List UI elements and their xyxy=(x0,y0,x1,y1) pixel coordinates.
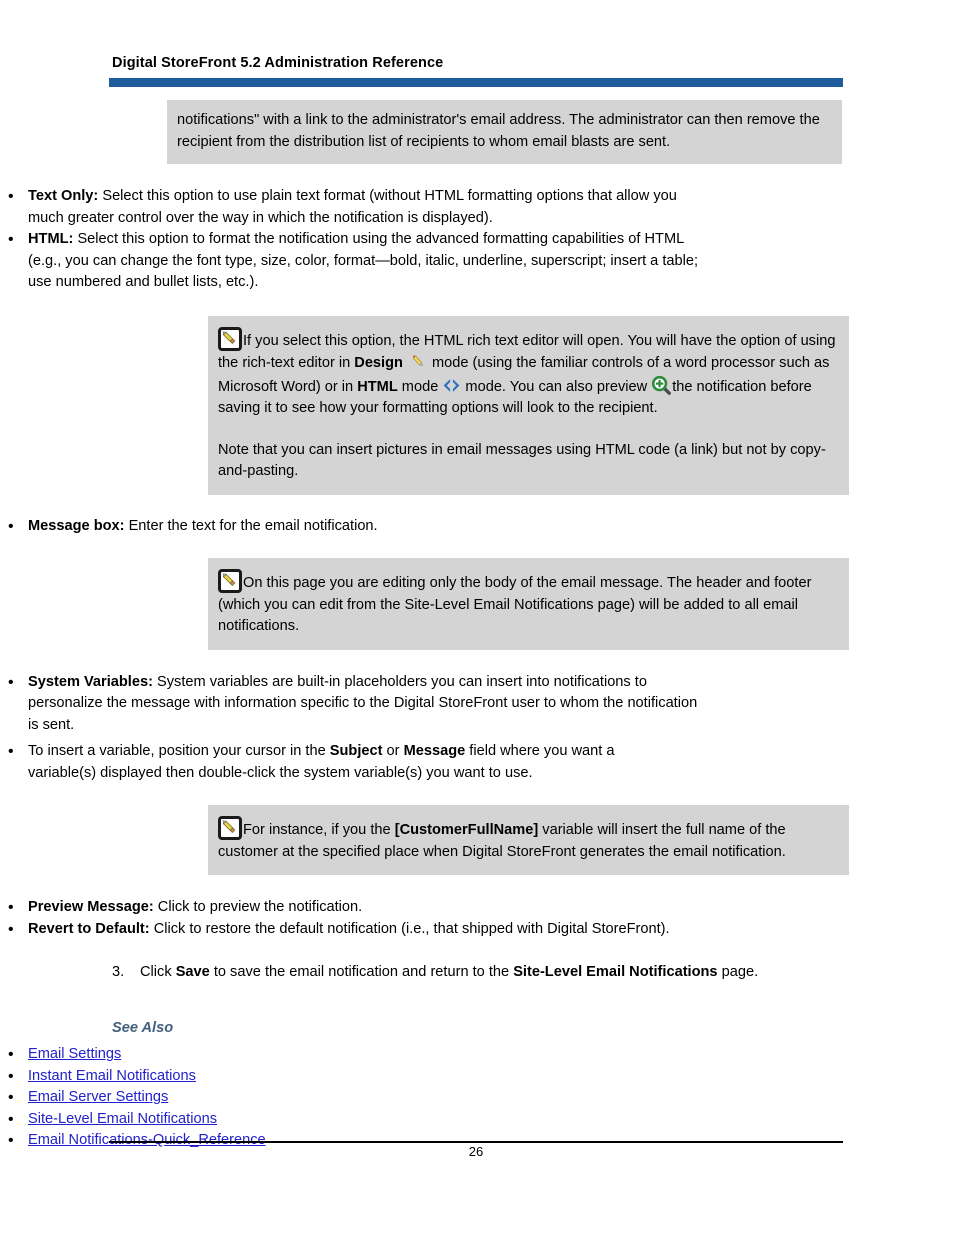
link-site-level-email-notifications[interactable]: Site-Level Email Notifications xyxy=(28,1111,217,1127)
link-email-settings[interactable]: Email Settings xyxy=(28,1046,121,1062)
term-message-box: Message box: xyxy=(28,517,125,534)
note-box-customer-variable: For instance, if you the [CustomerFullNa… xyxy=(208,805,849,875)
bullet-glyph: • xyxy=(8,743,14,760)
term-revert-to-default: Revert to Default: xyxy=(28,920,150,937)
bullet-glyph: • xyxy=(8,1132,14,1149)
term-preview-message: Preview Message: xyxy=(28,899,154,915)
step-part-3: page. xyxy=(717,964,759,980)
link-email-server-settings[interactable]: Email Server Settings xyxy=(28,1089,168,1105)
site-level-notifications-reference: Site-Level Email Notifications xyxy=(513,964,718,980)
bullet-glyph: • xyxy=(8,188,14,205)
bullet-glyph: • xyxy=(8,517,14,535)
system-variables-sublist: • To insert a variable, position your cu… xyxy=(0,741,668,784)
bullet-glyph: • xyxy=(8,1067,14,1085)
note-pencil-icon xyxy=(218,569,242,593)
note-message-body-paragraph: On this page you are editing only the bo… xyxy=(218,569,837,638)
page-number: 26 xyxy=(468,1144,484,1159)
bullet-glyph: • xyxy=(8,1046,14,1063)
list-item-text-only: • Text Only: Select this option to use p… xyxy=(0,186,700,229)
list-item-preview-message: • Preview Message: Click to preview the … xyxy=(0,897,700,919)
message-box-list: • Message box: Enter the text for the em… xyxy=(0,516,700,538)
action-options-list: • Preview Message: Click to preview the … xyxy=(0,897,700,940)
intro-note-text: notifications" with a link to the admini… xyxy=(177,112,820,150)
step-part-2: to save the email notification and retur… xyxy=(209,964,514,980)
link-instant-email-notifications[interactable]: Instant Email Notifications xyxy=(28,1068,196,1084)
document-page: Digital StoreFront 5.2 Administration Re… xyxy=(0,0,954,1235)
note-pencil-icon xyxy=(218,326,242,351)
step-number: 3. xyxy=(112,964,125,980)
list-item-link-email-settings: • Email Settings xyxy=(0,1044,700,1066)
format-options-list: • Text Only: Select this option to use p… xyxy=(0,186,700,294)
desc-revert-to-default: Click to restore the default notificatio… xyxy=(149,920,670,937)
step-part-1: Click xyxy=(140,964,176,980)
list-item-system-variables: • System Variables: System variables are… xyxy=(0,672,700,737)
design-pencil-icon xyxy=(409,352,428,371)
numbered-step-3: 3. Click Save to save the email notifica… xyxy=(112,962,870,984)
note-html-editor-paragraph-1: If you select this option, the HTML rich… xyxy=(218,326,837,420)
see-also-list: • Email Settings • Instant Email Notific… xyxy=(0,1044,700,1152)
list-item-link-instant-email-notifications: • Instant Email Notifications xyxy=(0,1066,700,1088)
system-variables-list: • System Variables: System variables are… xyxy=(0,672,700,737)
see-also-heading: See Also xyxy=(112,1019,174,1036)
note-pencil-icon xyxy=(218,816,242,840)
message-field-label: Message xyxy=(403,743,466,759)
note-box-html-editor: If you select this option, the HTML rich… xyxy=(208,315,849,495)
term-text-only: Text Only: xyxy=(28,188,99,204)
note-message-body-text: On this page you are editing only the bo… xyxy=(218,569,837,638)
list-item-html: • HTML: Select this option to format the… xyxy=(0,229,700,294)
html-mode-label: HTML xyxy=(357,378,398,395)
note-html-editor-part-3: mode xyxy=(397,378,443,395)
note-box-message-body: On this page you are editing only the bo… xyxy=(208,558,849,650)
bullet-glyph: • xyxy=(8,1110,14,1128)
list-item-revert-to-default: • Revert to Default: Click to restore th… xyxy=(0,919,700,941)
desc-html: Select this option to format the notific… xyxy=(28,231,699,290)
note-customer-variable-paragraph: For instance, if you the [CustomerFullNa… xyxy=(218,816,837,863)
note-customer-variable-part-1: For instance, if you the xyxy=(243,822,395,838)
list-item-link-email-server-settings: • Email Server Settings xyxy=(0,1087,700,1109)
code-brackets-icon xyxy=(442,376,461,395)
note-html-editor-text: If you select this option, the HTML rich… xyxy=(218,326,837,483)
note-html-editor-paragraph-2: Note that you can insert pictures in ema… xyxy=(218,441,826,480)
note-message-body-content: On this page you are editing only the bo… xyxy=(218,575,812,634)
bullet-glyph: • xyxy=(8,673,14,691)
list-item-link-site-level-email-notifications: • Site-Level Email Notifications xyxy=(0,1109,700,1131)
note-customer-variable-text: For instance, if you the [CustomerFullNa… xyxy=(218,816,837,863)
term-html: HTML: xyxy=(28,231,74,247)
footer-rule xyxy=(109,1141,843,1143)
header-accent-bar xyxy=(109,78,843,87)
bullet-glyph: • xyxy=(8,231,14,248)
desc-preview-message: Click to preview the notification. xyxy=(153,899,363,915)
bullet-glyph: • xyxy=(8,1089,14,1106)
page-content: notifications" with a link to the admini… xyxy=(0,100,954,1152)
subject-field-label: Subject xyxy=(329,743,383,759)
save-button-reference: Save xyxy=(175,964,210,980)
list-item-insert-variable: • To insert a variable, position your cu… xyxy=(0,741,668,784)
customer-fullname-variable: [CustomerFullName] xyxy=(394,822,539,838)
note-html-editor-part-4: mode. You can also preview xyxy=(461,378,652,395)
document-header-title: Digital StoreFront 5.2 Administration Re… xyxy=(112,55,444,71)
desc-text-only: Select this option to use plain text for… xyxy=(28,188,677,226)
list-item-message-box: • Message box: Enter the text for the em… xyxy=(0,516,700,538)
bullet-glyph: • xyxy=(8,899,14,916)
insert-variable-part-1: To insert a variable, position your curs… xyxy=(28,743,330,759)
design-mode-label: Design xyxy=(354,355,403,371)
desc-message-box: Enter the text for the email notificatio… xyxy=(124,517,378,534)
insert-variable-part-2: or xyxy=(382,743,404,759)
intro-note-box: notifications" with a link to the admini… xyxy=(167,100,842,164)
magnifier-plus-icon xyxy=(651,375,672,396)
bullet-glyph: • xyxy=(8,920,14,938)
term-system-variables: System Variables: xyxy=(28,673,153,690)
